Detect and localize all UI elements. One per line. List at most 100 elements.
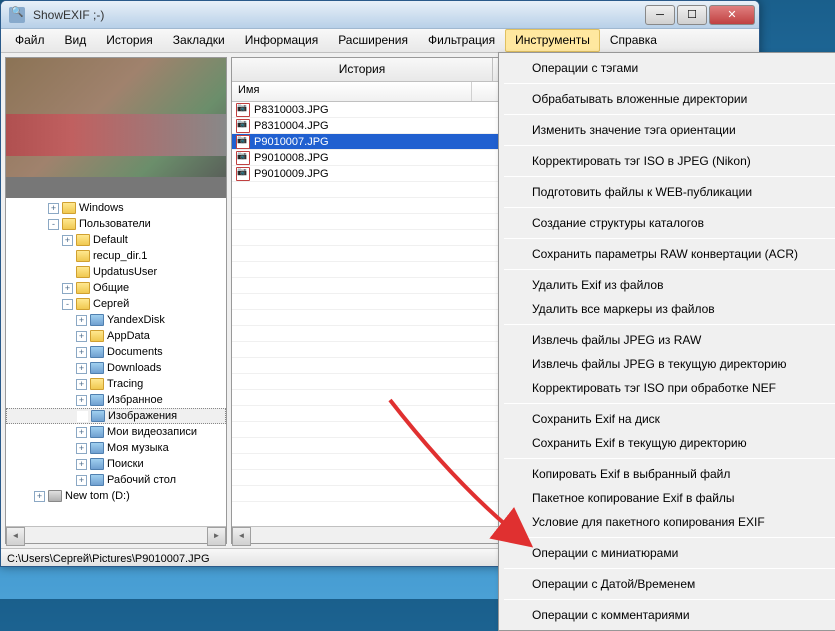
tree-node[interactable]: +Windows	[6, 200, 226, 216]
menu-item[interactable]: Пакетное копирование Exif в файлы	[502, 486, 835, 510]
tree-node[interactable]: UpdatusUser	[6, 264, 226, 280]
tree-node[interactable]: +Общие	[6, 280, 226, 296]
tree-node[interactable]: + Default	[6, 232, 226, 248]
menu-separator	[504, 83, 835, 84]
image-file-icon	[236, 167, 250, 181]
expander-icon[interactable]: +	[76, 315, 87, 326]
tab-история[interactable]: История	[232, 58, 493, 81]
tree-label: Default	[93, 234, 128, 246]
menu-item[interactable]: Удалить Exif из файлов	[502, 273, 835, 297]
image-file-icon	[236, 151, 250, 165]
menu-фильтрация[interactable]: Фильтрация	[418, 29, 505, 52]
special-icon	[90, 426, 104, 438]
menu-item[interactable]: Сохранить Exif на диск	[502, 407, 835, 431]
image-preview[interactable]	[6, 58, 226, 198]
expander-icon[interactable]: +	[76, 363, 87, 374]
expander-icon[interactable]: +	[76, 395, 87, 406]
menu-item[interactable]: Копировать Exif в выбранный файл	[502, 462, 835, 486]
tree-node[interactable]: +Моя музыка	[6, 440, 226, 456]
folder-tree[interactable]: +Windows-Пользователи + Default recup_dir.…	[6, 198, 226, 526]
tree-node[interactable]: -Сергей	[6, 296, 226, 312]
menu-item[interactable]: Создание структуры каталогов	[502, 211, 835, 235]
folder-icon	[90, 330, 104, 342]
menu-история[interactable]: История	[96, 29, 163, 52]
expander-icon[interactable]: +	[62, 235, 73, 246]
menu-separator	[504, 238, 835, 239]
menu-закладки[interactable]: Закладки	[163, 29, 235, 52]
image-file-icon	[236, 135, 250, 149]
expander-icon[interactable]: -	[62, 299, 73, 310]
tree-node[interactable]: + Поиски	[6, 456, 226, 472]
tree-node[interactable]: + New tom (D:)	[6, 488, 226, 504]
expander-icon[interactable]: +	[76, 347, 87, 358]
menu-вид[interactable]: Вид	[55, 29, 97, 52]
tree-node[interactable]: +YandexDisk	[6, 312, 226, 328]
menu-item[interactable]: Операции с комментариями	[502, 603, 835, 627]
expander-icon[interactable]: +	[76, 331, 87, 342]
menu-item[interactable]: Корректировать тэг ISO в JPEG (Nikon)	[502, 149, 835, 173]
menu-item[interactable]: Операции с тэгами	[502, 56, 835, 80]
tree-node[interactable]: + Documents	[6, 344, 226, 360]
expander-icon[interactable]: +	[76, 379, 87, 390]
menu-item[interactable]: Корректировать тэг ISO при обработке NEF	[502, 376, 835, 400]
menu-инструменты[interactable]: Инструменты	[505, 29, 600, 52]
folder-icon	[62, 202, 76, 214]
expander-icon[interactable]: +	[76, 443, 87, 454]
folder-icon	[76, 266, 90, 278]
tree-node[interactable]: + Избранное	[6, 392, 226, 408]
expander-icon[interactable]: +	[34, 491, 45, 502]
menu-item[interactable]: Сохранить параметры RAW конвертации (ACR…	[502, 242, 835, 266]
tree-node[interactable]: recup_dir.1	[6, 248, 226, 264]
close-button[interactable]: ✕	[709, 5, 755, 25]
menubar: ФайлВидИсторияЗакладкиИнформацияРасширен…	[1, 29, 759, 53]
expander-icon[interactable]: -	[48, 219, 59, 230]
menu-файл[interactable]: Файл	[5, 29, 55, 52]
tree-label: Избранное	[107, 394, 163, 406]
expander-icon[interactable]: +	[48, 203, 59, 214]
menu-item[interactable]: Операции с Датой/Временем	[502, 572, 835, 596]
instruments-menu[interactable]: Операции с тэгами Обрабатывать вложенные …	[498, 52, 835, 631]
tree-hscrollbar[interactable]	[6, 526, 226, 543]
tree-label: Поиски	[107, 458, 144, 470]
expander-icon[interactable]: +	[76, 427, 87, 438]
expander-icon[interactable]: +	[76, 459, 87, 470]
tree-node[interactable]: -Пользователи	[6, 216, 226, 232]
menu-item[interactable]: Изменить значение тэга ориентации	[502, 118, 835, 142]
tree-node[interactable]: +AppData	[6, 328, 226, 344]
expander-icon	[62, 267, 73, 278]
menu-item[interactable]: Извлечь файлы JPEG в текущую директорию	[502, 352, 835, 376]
folder-icon	[62, 218, 76, 230]
menu-item[interactable]: Обрабатывать вложенные директории	[502, 87, 835, 111]
menu-item[interactable]: Подготовить файлы к WEB-публикации	[502, 180, 835, 204]
menu-справка[interactable]: Справка	[600, 29, 667, 52]
menu-separator	[504, 269, 835, 270]
expander-icon[interactable]: +	[62, 283, 73, 294]
tree-node[interactable]: Изображения	[6, 408, 226, 424]
tree-label: New tom (D:)	[65, 490, 130, 502]
titlebar[interactable]: ShowEXIF ;-) ─ ☐ ✕	[1, 1, 759, 29]
minimize-button[interactable]: ─	[645, 5, 675, 25]
tree-label: Мои видеозаписи	[107, 426, 197, 438]
expander-icon[interactable]: +	[76, 475, 87, 486]
column-name[interactable]: Имя	[232, 82, 472, 101]
tree-label: Downloads	[107, 362, 161, 374]
image-file-icon	[236, 119, 250, 133]
menu-расширения[interactable]: Расширения	[328, 29, 418, 52]
tree-label: Documents	[107, 346, 163, 358]
menu-item[interactable]: Операции с миниатюрами	[502, 541, 835, 565]
special-icon	[90, 314, 104, 326]
tree-node[interactable]: + Рабочий стол	[6, 472, 226, 488]
menu-separator	[504, 568, 835, 569]
menu-item[interactable]: Условие для пакетного копирования EXIF	[502, 510, 835, 534]
tree-node[interactable]: +Tracing	[6, 376, 226, 392]
menu-separator	[504, 599, 835, 600]
menu-item[interactable]: Сохранить Exif в текущую директорию	[502, 431, 835, 455]
tree-node[interactable]: + Downloads	[6, 360, 226, 376]
menu-separator	[504, 403, 835, 404]
menu-item[interactable]: Удалить все маркеры из файлов	[502, 297, 835, 321]
tree-label: Рабочий стол	[107, 474, 176, 486]
menu-информация[interactable]: Информация	[235, 29, 328, 52]
menu-item[interactable]: Извлечь файлы JPEG из RAW	[502, 328, 835, 352]
maximize-button[interactable]: ☐	[677, 5, 707, 25]
tree-node[interactable]: + Мои видеозаписи	[6, 424, 226, 440]
